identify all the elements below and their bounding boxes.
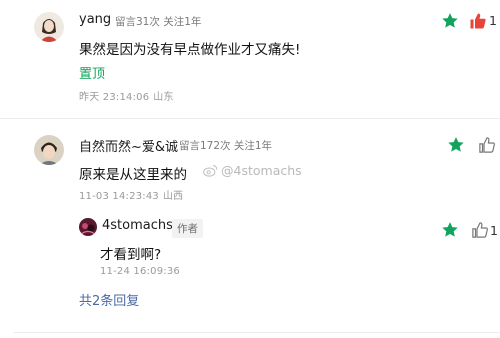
timestamp: 昨天 23:14:06 — [79, 92, 150, 103]
author-badge: 作者 — [172, 219, 203, 238]
reply-text: 才看到啊? — [100, 247, 162, 263]
location: 山西 — [162, 191, 184, 202]
star-icon[interactable] — [441, 221, 459, 239]
thumbs-up-icon[interactable] — [478, 136, 496, 154]
watermark: @4stomachs — [203, 163, 302, 178]
view-replies-link[interactable]: 共2条回复 — [79, 290, 139, 309]
comment-text: 果然是因为没有早点做作业才又痛失! — [79, 42, 301, 58]
pinned-label: 置顶 — [79, 67, 106, 82]
avatar[interactable] — [34, 12, 64, 42]
reply-username[interactable]: 4stomachs — [102, 218, 173, 233]
comment-time: 昨天 23:14:06 山东 — [79, 88, 174, 103]
divider — [14, 332, 500, 333]
user-stats: 留言31次 关注1年 — [115, 16, 202, 28]
star-icon[interactable] — [441, 12, 459, 30]
avatar[interactable] — [79, 218, 97, 236]
username[interactable]: yang — [79, 12, 111, 27]
star-icon[interactable] — [447, 136, 465, 154]
divider — [0, 118, 500, 119]
location: 山东 — [153, 92, 174, 103]
thumbs-up-icon[interactable] — [469, 12, 487, 30]
like-count: 1 — [490, 223, 498, 238]
user-stats: 留言172次 关注1年 — [179, 140, 273, 152]
timestamp: 11-03 14:23:43 — [79, 191, 159, 202]
thumbs-up-icon[interactable] — [471, 221, 489, 239]
weibo-icon — [203, 165, 218, 177]
comment-text: 原来是从这里来的 — [79, 167, 187, 183]
reply-time: 11-24 16:09:36 — [100, 266, 180, 277]
watermark-text: @4stomachs — [221, 163, 302, 178]
comment-time: 11-03 14:23:43 山西 — [79, 187, 183, 202]
avatar[interactable] — [34, 135, 64, 165]
like-count: 1 — [489, 13, 497, 28]
username[interactable]: 自然而然~爱&诚 — [79, 136, 178, 155]
